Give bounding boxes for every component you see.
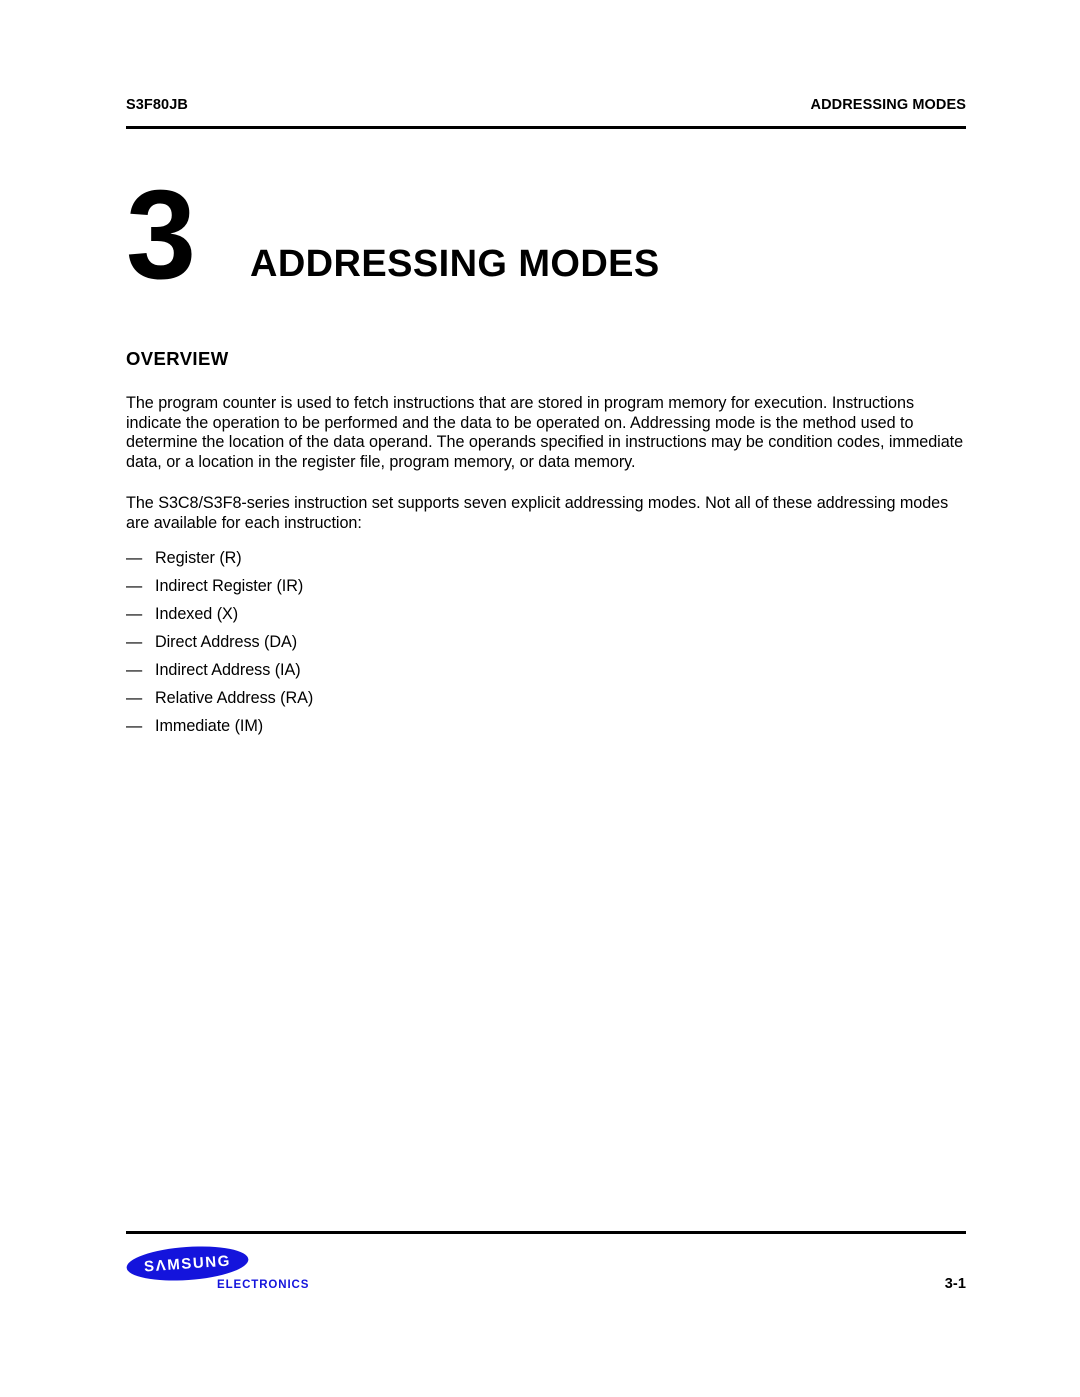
em-dash-bullet-icon: — — [126, 576, 143, 595]
em-dash-bullet-icon: — — [126, 604, 143, 623]
list-item: — Direct Address (DA) — [126, 628, 966, 656]
list-item-label: Register (R) — [155, 548, 242, 567]
list-item: — Indexed (X) — [126, 600, 966, 628]
em-dash-bullet-icon: — — [126, 548, 143, 567]
list-item-label: Indirect Register (IR) — [155, 576, 304, 595]
list-item-label: Immediate (IM) — [155, 716, 264, 735]
samsung-logo: SΛMSUNG ELECTRONICS — [126, 1240, 426, 1302]
chapter-number: 3 — [126, 164, 196, 305]
section-heading-overview: OVERVIEW — [126, 348, 229, 369]
list-item: — Immediate (IM) — [126, 712, 966, 740]
em-dash-bullet-icon: — — [126, 632, 143, 651]
overview-paragraph-1: The program counter is used to fetch ins… — [126, 394, 964, 471]
list-item-label: Direct Address (DA) — [155, 632, 298, 651]
addressing-modes-list: — Register (R) — Indirect Register (IR) … — [126, 544, 966, 740]
samsung-logo-electronics-label: ELECTRONICS — [217, 1279, 310, 1291]
em-dash-bullet-icon: — — [126, 660, 143, 679]
em-dash-bullet-icon: — — [126, 716, 143, 735]
chapter-title-block: 3 ADDRESSING MODES — [126, 164, 966, 305]
list-item: — Indirect Address (IA) — [126, 656, 966, 684]
page-header: S3F80JB ADDRESSING MODES — [126, 97, 966, 114]
overview-paragraph-2: The S3C8/S3F8-series instruction set sup… — [126, 494, 949, 532]
list-item-label: Indirect Address (IA) — [155, 660, 301, 679]
em-dash-bullet-icon: — — [126, 688, 143, 707]
page-number: 3-1 — [944, 1276, 966, 1292]
header-document-id: S3F80JB — [126, 97, 188, 113]
page-content: OVERVIEW The program counter is used to … — [126, 348, 966, 740]
list-item: — Relative Address (RA) — [126, 684, 966, 712]
document-page: S3F80JB ADDRESSING MODES 3 ADDRESSING MO… — [0, 0, 1080, 1397]
header-chapter-name: ADDRESSING MODES — [810, 97, 966, 113]
list-item: — Register (R) — [126, 544, 966, 572]
page-footer: SΛMSUNG ELECTRONICS 3-1 — [126, 1240, 966, 1310]
list-item-label: Relative Address (RA) — [155, 688, 314, 707]
samsung-logo-ellipse-icon: SΛMSUNG — [126, 1246, 249, 1281]
list-item: — Indirect Register (IR) — [126, 572, 966, 600]
header-divider-rule — [126, 126, 966, 129]
footer-divider-rule — [126, 1231, 966, 1234]
page-title: ADDRESSING MODES — [250, 243, 660, 285]
list-item-label: Indexed (X) — [155, 604, 239, 623]
